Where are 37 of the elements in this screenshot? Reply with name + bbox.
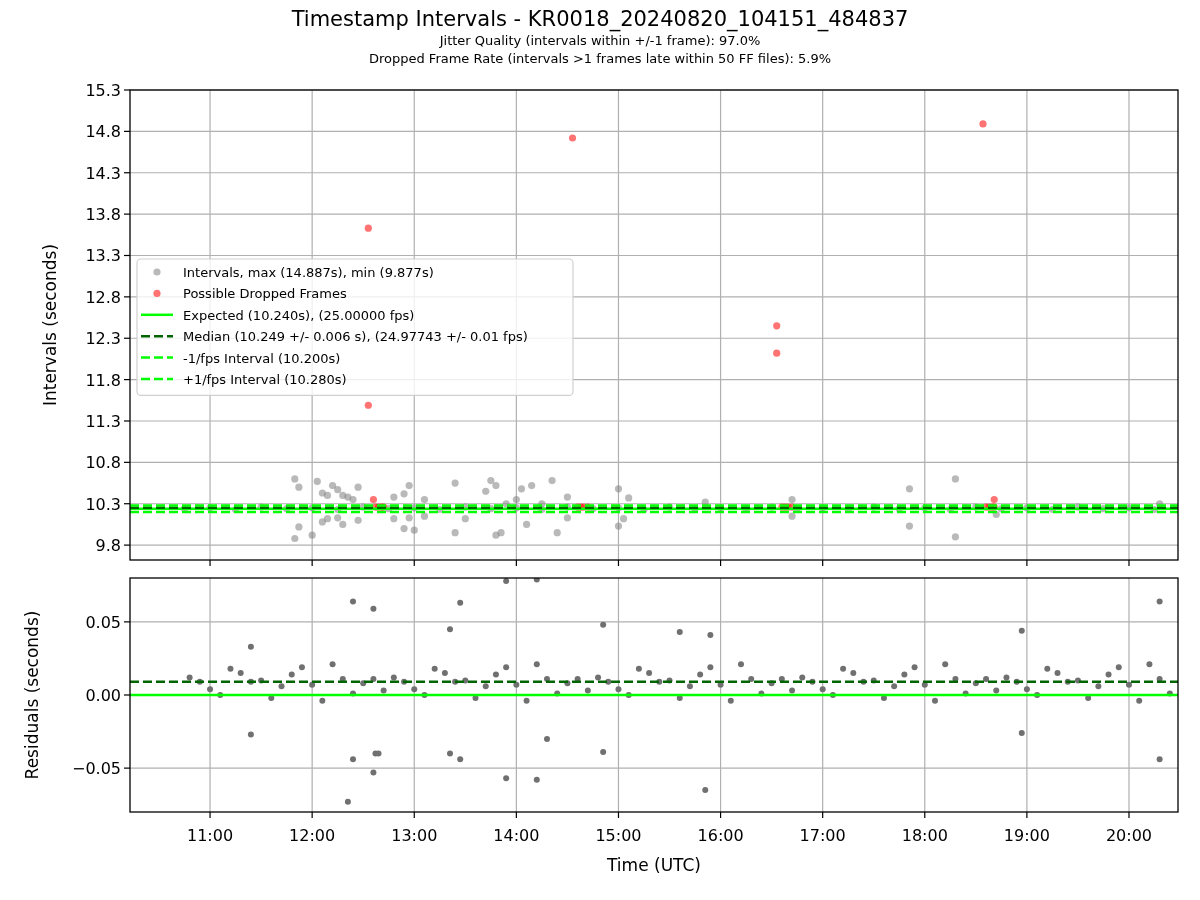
y-tick-label: 12.8 bbox=[85, 287, 121, 307]
y-tick-label: 11.8 bbox=[85, 370, 121, 390]
x-tick-label: 11:00 bbox=[187, 826, 234, 845]
y-tick-label: 10.3 bbox=[85, 494, 121, 514]
y-tick-label: 12.3 bbox=[85, 329, 121, 349]
x-tick-label: 15:00 bbox=[595, 826, 642, 845]
y-tick-label: 0.05 bbox=[85, 612, 121, 632]
x-axis-label: Time (UTC) bbox=[607, 855, 701, 875]
x-tick-label: 12:00 bbox=[289, 826, 336, 845]
legend-label: Median (10.249 +/- 0.006 s), (24.97743 +/- 0.01 fps) bbox=[183, 329, 528, 345]
x-tick-label: 14:00 bbox=[493, 826, 540, 845]
legend-label: -1/fps Interval (10.200s) bbox=[183, 350, 341, 366]
y-tick-label: 14.3 bbox=[85, 163, 121, 183]
y-tick-label: 11.3 bbox=[85, 412, 121, 431]
x-tick-label: 13:00 bbox=[391, 826, 438, 845]
y-axis-label: Intervals (seconds) bbox=[40, 243, 60, 407]
y-tick-label: 10.8 bbox=[85, 453, 121, 473]
x-tick-label: 19:00 bbox=[1003, 826, 1050, 845]
y-tick-label: −0.05 bbox=[71, 759, 121, 779]
legend-label: Intervals, max (14.887s), min (9.877s) bbox=[183, 265, 434, 280]
chart-subtitle: Jitter Quality (intervals within +/-1 frame): 97.0% bbox=[439, 32, 761, 50]
x-tick-label: 20:00 bbox=[1105, 826, 1153, 845]
legend-label: Possible Dropped Frames bbox=[183, 286, 347, 302]
y-tick-label: 13.3 bbox=[85, 246, 121, 266]
x-tick-label: 16:00 bbox=[697, 826, 744, 845]
chart-subtitle: Dropped Frame Rate (intervals >1 frames late within 50 FF files): 5.9% bbox=[368, 50, 832, 68]
y-tick-label: 15.3 bbox=[85, 81, 121, 100]
y-tick-label: 13.8 bbox=[85, 205, 121, 225]
legend-label: Expected (10.240s), (25.00000 fps) bbox=[183, 307, 415, 323]
y-axis-label: Residuals (seconds) bbox=[22, 610, 42, 780]
chart-title: Timestamp Intervals - KR0018_20240820_104151_484837 bbox=[291, 6, 909, 32]
y-tick-label: 9.8 bbox=[95, 536, 121, 556]
legend-label: +1/fps Interval (10.280s) bbox=[183, 372, 347, 387]
x-tick-label: 18:00 bbox=[901, 826, 948, 845]
y-tick-label: 14.8 bbox=[85, 122, 121, 142]
x-tick-label: 17:00 bbox=[799, 826, 846, 845]
y-tick-label: 0.00 bbox=[85, 686, 121, 705]
